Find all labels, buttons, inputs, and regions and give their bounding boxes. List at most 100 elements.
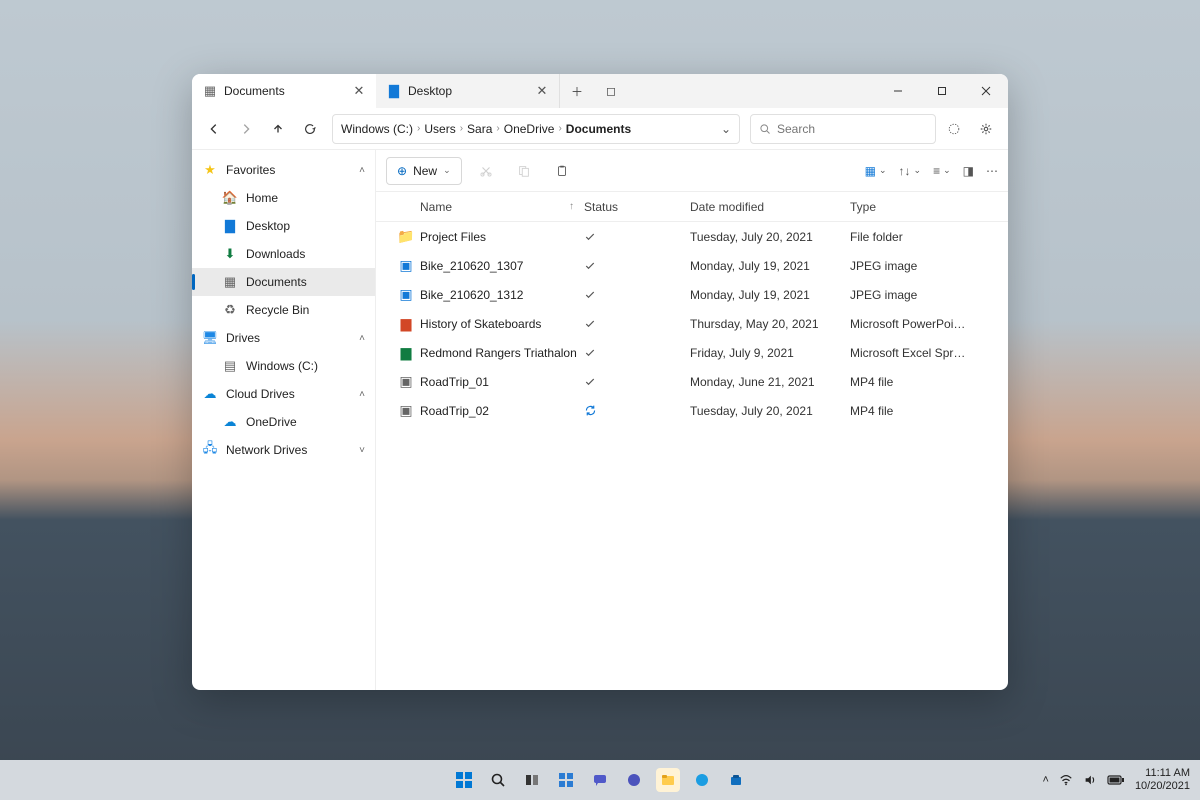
back-button[interactable] <box>200 115 228 143</box>
file-name: Redmond Rangers Triathalon <box>420 346 584 360</box>
tab-overview-button[interactable]: ◻ <box>594 84 628 98</box>
search-button[interactable] <box>486 768 510 792</box>
sidebar-item-home[interactable]: 🏠Home <box>192 184 375 212</box>
store-button[interactable] <box>724 768 748 792</box>
sidebar-item-downloads[interactable]: ⬇Downloads <box>192 240 375 268</box>
sync-status-icon[interactable] <box>940 115 968 143</box>
file-row[interactable]: ▣RoadTrip_02Tuesday, July 20, 2021MP4 fi… <box>376 396 1008 425</box>
breadcrumb-segment[interactable]: Documents <box>566 122 631 136</box>
tray-overflow-icon[interactable]: ˄ <box>1043 774 1049 786</box>
breadcrumb-segment[interactable]: Windows (C:) <box>341 122 413 136</box>
clock[interactable]: 11:11 AM 10/20/2021 <box>1135 767 1190 792</box>
view-button[interactable]: ≡⌄ <box>933 164 951 178</box>
sidebar-section-cloud-drives[interactable]: ☁ Cloud Drives ˄ <box>192 380 375 408</box>
column-headers: Name ↑ Status Date modified Type <box>376 192 1008 222</box>
teams-button[interactable] <box>622 768 646 792</box>
sidebar-section-drives[interactable]: 🖥 Drives ˄ <box>192 324 375 352</box>
sidebar-item-documents[interactable]: ▦Documents <box>192 268 375 296</box>
forward-button[interactable] <box>232 115 260 143</box>
column-header-status[interactable]: Status <box>584 200 690 214</box>
settings-icon[interactable] <box>972 115 1000 143</box>
file-row[interactable]: ▆History of SkateboardsThursday, May 20,… <box>376 309 1008 338</box>
sort-button[interactable]: ▦⌄ <box>865 164 887 178</box>
more-button[interactable]: ⋯ <box>986 164 998 178</box>
search-box[interactable] <box>750 114 936 144</box>
time-label: 11:11 AM <box>1145 767 1190 780</box>
widgets-button[interactable] <box>554 768 578 792</box>
file-icon: ▣ <box>392 286 420 303</box>
new-tab-button[interactable]: ＋ <box>560 83 594 100</box>
chat-button[interactable] <box>588 768 612 792</box>
document-icon: ▦ <box>202 83 218 99</box>
battery-icon[interactable] <box>1107 774 1125 786</box>
file-status-icon <box>584 260 690 272</box>
edge-button[interactable] <box>690 768 714 792</box>
home-icon: 🏠 <box>222 190 238 206</box>
file-type: File folder <box>850 230 1008 244</box>
volume-icon[interactable] <box>1083 773 1097 787</box>
wifi-icon[interactable] <box>1059 773 1073 787</box>
refresh-button[interactable] <box>296 115 324 143</box>
minimize-button[interactable] <box>876 74 920 108</box>
task-view-button[interactable] <box>520 768 544 792</box>
file-type: Microsoft Excel Spr… <box>850 346 1008 360</box>
breadcrumb-segment[interactable]: Sara <box>467 122 492 136</box>
chevron-up-icon[interactable]: ˄ <box>359 333 365 344</box>
tab-desktop[interactable]: ▇ Desktop ✕ <box>376 74 560 108</box>
file-row[interactable]: ▆Redmond Rangers TriathalonFriday, July … <box>376 338 1008 367</box>
maximize-button[interactable] <box>920 74 964 108</box>
up-button[interactable] <box>264 115 292 143</box>
close-button[interactable] <box>964 74 1008 108</box>
sidebar-section-favorites[interactable]: ★ Favorites ˄ <box>192 156 375 184</box>
file-type: JPEG image <box>850 259 1008 273</box>
file-name: RoadTrip_01 <box>420 375 584 389</box>
sidebar-item-windows-c[interactable]: ▤Windows (C:) <box>192 352 375 380</box>
sidebar-section-label: Cloud Drives <box>226 387 295 401</box>
sort-order-button[interactable]: ↑↓⌄ <box>899 164 922 178</box>
file-date: Tuesday, July 20, 2021 <box>690 404 850 418</box>
chevron-down-icon[interactable]: ˅ <box>359 445 365 456</box>
file-name: Project Files <box>420 230 584 244</box>
search-input[interactable] <box>777 122 932 136</box>
close-tab-button[interactable]: ✕ <box>535 83 549 99</box>
toolbar-right: ▦⌄ ↑↓⌄ ≡⌄ ◨ ⋯ <box>865 164 998 178</box>
sidebar-section-network-drives[interactable]: 🖧 Network Drives ˅ <box>192 436 375 464</box>
breadcrumb-segment[interactable]: Users <box>424 122 455 136</box>
sidebar-item-recycle-bin[interactable]: ♻Recycle Bin <box>192 296 375 324</box>
file-row[interactable]: ▣Bike_210620_1307Monday, July 19, 2021JP… <box>376 251 1008 280</box>
file-rows: 📁Project FilesTuesday, July 20, 2021File… <box>376 222 1008 690</box>
copy-button[interactable] <box>510 157 538 185</box>
breadcrumb-segment[interactable]: OneDrive <box>504 122 555 136</box>
file-row[interactable]: ▣RoadTrip_01Monday, June 21, 2021MP4 fil… <box>376 367 1008 396</box>
tab-label: Documents <box>224 84 346 98</box>
column-header-name[interactable]: Name ↑ <box>420 200 584 214</box>
file-row[interactable]: ▣Bike_210620_1312Monday, July 19, 2021JP… <box>376 280 1008 309</box>
file-explorer-taskbar-button[interactable] <box>656 768 680 792</box>
sidebar-item-onedrive[interactable]: ☁OneDrive <box>192 408 375 436</box>
details-pane-button[interactable]: ◨ <box>963 164 974 178</box>
breadcrumb-dropdown-icon[interactable]: ⌄ <box>721 122 731 136</box>
toolbar: ⊕ New ⌄ ▦⌄ ↑↓⌄ ≡⌄ ◨ ⋯ <box>376 150 1008 192</box>
date-label: 10/20/2021 <box>1135 780 1190 793</box>
file-type: MP4 file <box>850 404 1008 418</box>
chevron-right-icon: › <box>558 123 561 134</box>
file-status-icon <box>584 376 690 388</box>
sidebar-item-desktop[interactable]: ▇Desktop <box>192 212 375 240</box>
cut-button[interactable] <box>472 157 500 185</box>
file-list-pane: ⊕ New ⌄ ▦⌄ ↑↓⌄ ≡⌄ ◨ ⋯ Name <box>376 150 1008 690</box>
tab-label: Desktop <box>408 84 529 98</box>
column-header-date-modified[interactable]: Date modified <box>690 200 850 214</box>
chevron-up-icon[interactable]: ˄ <box>359 165 365 176</box>
close-tab-button[interactable]: ✕ <box>352 83 366 99</box>
file-status-icon <box>584 404 690 417</box>
downloads-icon: ⬇ <box>222 246 238 262</box>
column-header-type[interactable]: Type <box>850 200 1008 214</box>
file-icon: ▣ <box>392 402 420 419</box>
file-row[interactable]: 📁Project FilesTuesday, July 20, 2021File… <box>376 222 1008 251</box>
breadcrumb[interactable]: Windows (C:)› Users› Sara› OneDrive› Doc… <box>332 114 740 144</box>
new-button[interactable]: ⊕ New ⌄ <box>386 157 462 185</box>
tab-documents[interactable]: ▦ Documents ✕ <box>192 74 376 108</box>
chevron-up-icon[interactable]: ˄ <box>359 389 365 400</box>
start-button[interactable] <box>452 768 476 792</box>
paste-button[interactable] <box>548 157 576 185</box>
